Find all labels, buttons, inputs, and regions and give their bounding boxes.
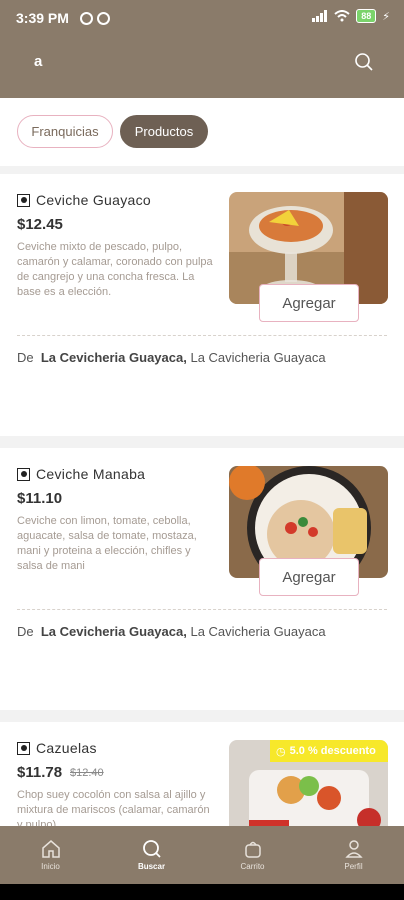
from-prefix: De (17, 350, 34, 365)
status-time: 3:39 PM (16, 10, 69, 26)
store-name: La Cavicheria Guayaca (190, 624, 326, 639)
user-icon (344, 840, 363, 858)
veg-icon (17, 467, 30, 481)
tab-label: Carrito (240, 862, 265, 871)
search-header: a (0, 36, 404, 98)
store-name: La Cavicheria Guayaca (190, 350, 326, 365)
signal-icon (312, 10, 328, 22)
tab-perfil[interactable]: Perfil (303, 826, 404, 884)
system-nav-bar (0, 884, 404, 900)
product-name-row: Ceviche Guayaco (17, 192, 151, 208)
product-origin: De La Cevicheria Guayaca, La Cavicheria … (17, 624, 326, 639)
product-price: $11.10 (17, 490, 63, 507)
from-prefix: De (17, 624, 34, 639)
product-card[interactable]: Ceviche Guayaco $12.45 Ceviche mixto de … (0, 174, 404, 436)
veg-icon (17, 193, 30, 207)
product-card[interactable]: Ceviche Manaba $11.10 Ceviche con limon,… (0, 448, 404, 710)
brand-link[interactable]: La Cevicheria Guayaca, (41, 350, 187, 365)
notification-icon (80, 12, 93, 25)
tab-carrito[interactable]: Carrito (202, 826, 303, 884)
search-input[interactable]: a (34, 53, 42, 70)
home-icon (41, 840, 60, 858)
product-name-row: Ceviche Manaba (17, 466, 145, 482)
discount-label: 5.0 % descuento (289, 745, 376, 757)
product-origin: De La Cevicheria Guayaca, La Cavicheria … (17, 350, 326, 365)
tab-label: Perfil (344, 862, 363, 871)
battery-icon: 88 (356, 9, 377, 23)
bottom-tab-bar: Inicio Buscar Carrito Perfil (0, 826, 404, 884)
wifi-icon (334, 10, 350, 22)
status-bar: 3:39 PM 88 ⚡ (0, 0, 404, 36)
veg-icon (17, 741, 30, 755)
filter-bar: Franquicias Productos (0, 98, 404, 166)
clock-icon: ◷ (276, 745, 286, 758)
product-description: Ceviche con limon, tomate, cebolla, agua… (17, 515, 197, 572)
tab-label: Buscar (137, 862, 166, 871)
tab-inicio[interactable]: Inicio (0, 826, 101, 884)
search-icon[interactable] (354, 52, 374, 72)
tab-label: Inicio (41, 862, 60, 871)
product-price: $12.45 (17, 216, 63, 233)
product-old-price: $12.40 (70, 767, 104, 779)
status-icons: 88 ⚡ (312, 9, 390, 23)
brand-link[interactable]: La Cevicheria Guayaca, (41, 624, 187, 639)
product-description: Ceviche mixto de pescado, pulpo, camarón… (17, 241, 213, 298)
divider (17, 335, 387, 336)
product-name: Cazuelas (36, 740, 97, 756)
divider (17, 609, 387, 610)
bag-icon (244, 841, 261, 858)
discount-badge: ◷ 5.0 % descuento (270, 740, 388, 762)
tab-buscar[interactable]: Buscar (101, 826, 202, 884)
product-price: $11.78 (17, 764, 63, 781)
add-button[interactable]: Agregar (259, 558, 359, 596)
notification-icon (97, 12, 110, 25)
product-name-row: Cazuelas (17, 740, 97, 756)
charging-icon: ⚡ (382, 10, 390, 23)
product-name: Ceviche Guayaco (36, 192, 152, 208)
add-button[interactable]: Agregar (259, 284, 359, 322)
product-name: Ceviche Manaba (36, 466, 146, 482)
product-card[interactable]: Cazuelas $11.78 $12.40 Chop suey cocolón… (0, 722, 404, 852)
filter-franquicias[interactable]: Franquicias (17, 115, 113, 148)
filter-productos[interactable]: Productos (120, 115, 208, 148)
search-icon (142, 840, 161, 858)
